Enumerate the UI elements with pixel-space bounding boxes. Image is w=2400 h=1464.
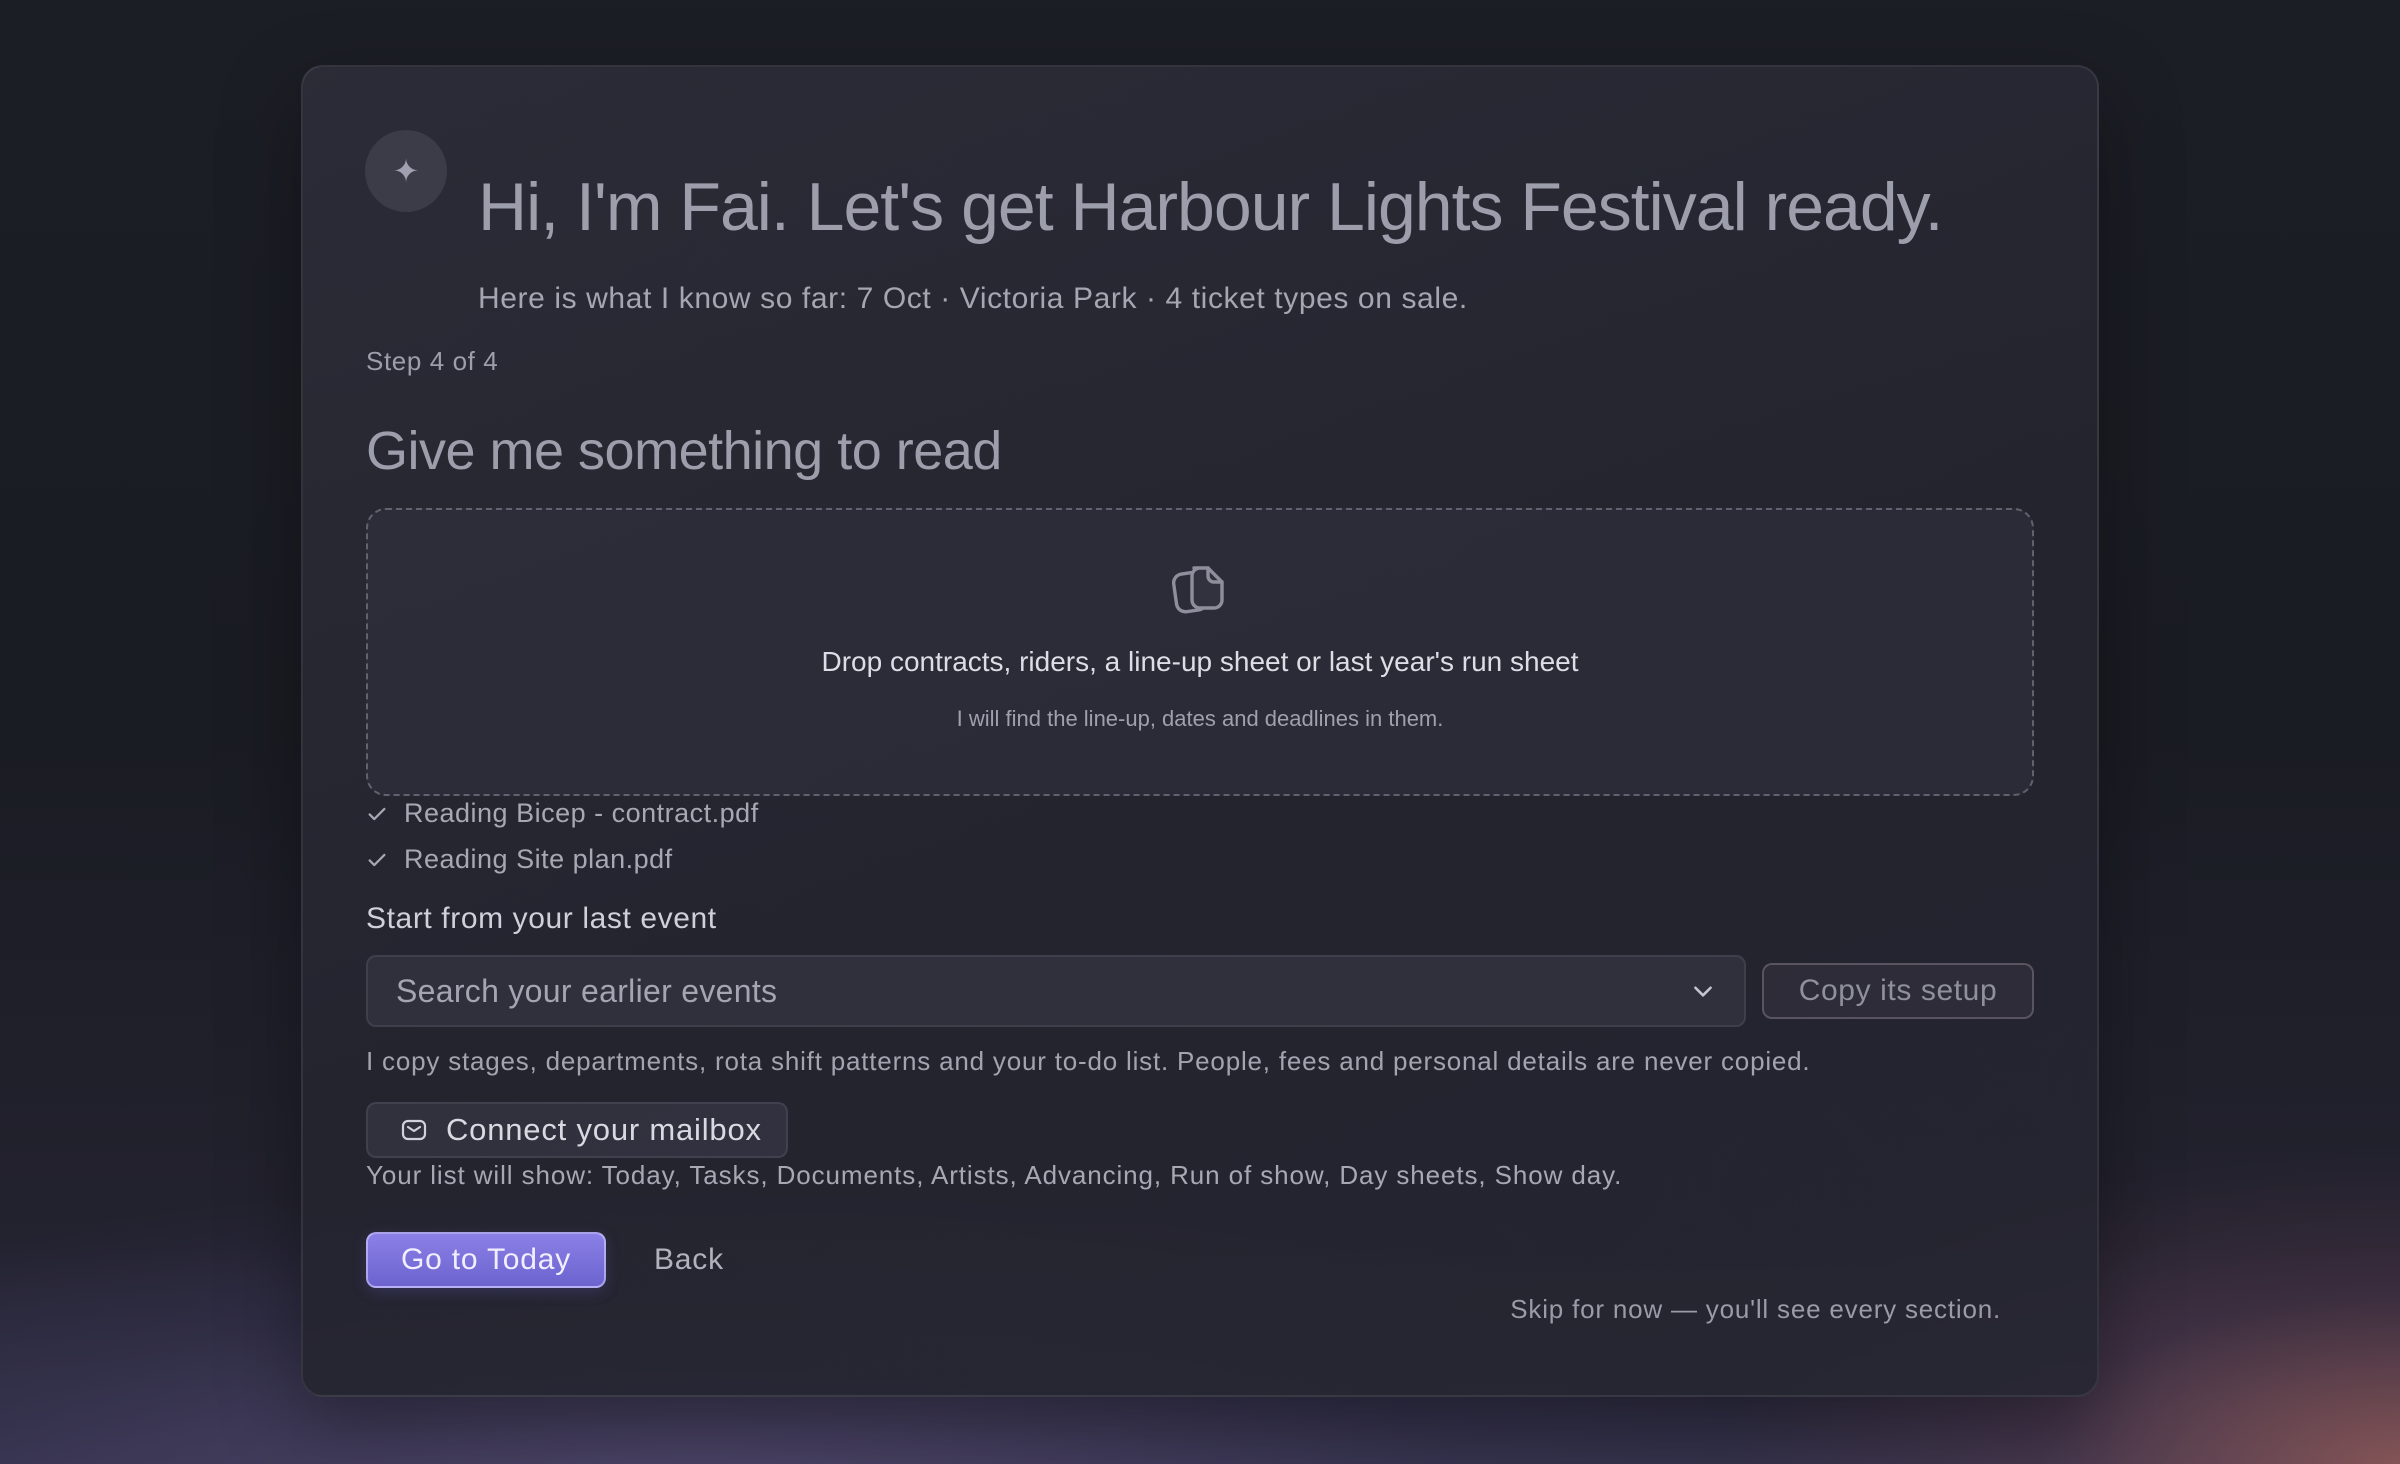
last-event-label: Start from your last event: [366, 902, 717, 935]
file-status-label: Reading Site plan.pdf: [404, 844, 673, 874]
list-sections-note: Your list will show: Today, Tasks, Docum…: [366, 1160, 1623, 1190]
back-button[interactable]: Back: [654, 1238, 724, 1282]
skip-link[interactable]: Skip for now — you'll see every section.: [1510, 1294, 2001, 1325]
check-icon: [368, 807, 386, 820]
file-status-label: Reading Bicep - contract.pdf: [404, 798, 759, 828]
connect-mailbox-button[interactable]: Connect your mailbox: [366, 1102, 788, 1158]
list-item: Reading Site plan.pdf: [366, 844, 673, 875]
chevron-down-icon: [1694, 986, 1712, 997]
copy-setup-button[interactable]: Copy its setup: [1762, 963, 2034, 1019]
mail-icon: [401, 1119, 427, 1141]
dropzone-subtitle: I will find the line-up, dates and deadl…: [956, 706, 1444, 731]
connect-mailbox-label: Connect your mailbox: [446, 1112, 762, 1147]
dropzone-title: Drop contracts, riders, a line-up sheet …: [821, 646, 1579, 677]
assistant-avatar: ✦: [365, 130, 447, 212]
sparkle-icon: ✦: [392, 153, 420, 189]
go-to-today-button[interactable]: Go to Today: [366, 1232, 606, 1288]
step-indicator: Step 4 of 4: [366, 346, 499, 376]
check-icon: [368, 853, 386, 866]
list-item: Reading Bicep - contract.pdf: [366, 798, 759, 829]
copy-setup-note: I copy stages, departments, rota shift p…: [366, 1046, 1811, 1076]
search-placeholder: Search your earlier events: [396, 972, 778, 1009]
earlier-events-search[interactable]: Search your earlier events: [366, 955, 1746, 1027]
hero-subtitle: Here is what I know so far: 7 Oct · Vict…: [478, 282, 1468, 315]
hero-title: Hi, I'm Fai. Let's get Harbour Lights Fe…: [478, 169, 1944, 245]
section-title: Give me something to read: [366, 421, 1002, 481]
documents-icon: [1171, 566, 1224, 614]
